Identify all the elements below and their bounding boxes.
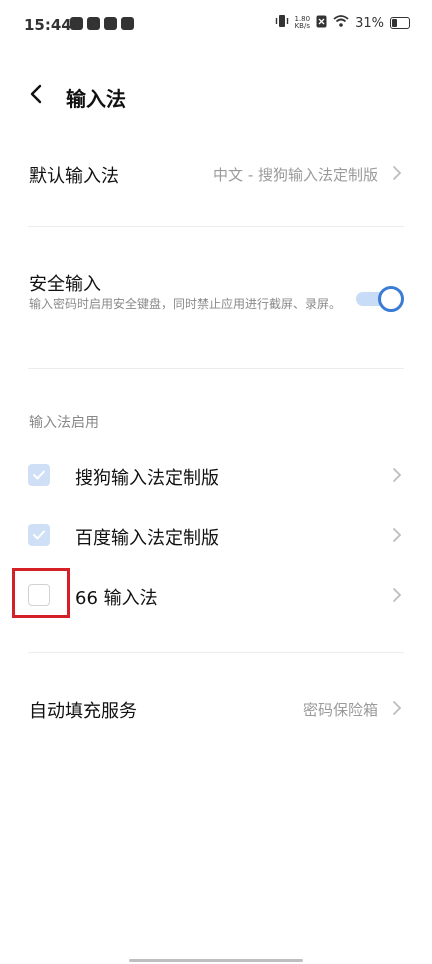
battery-percent: 31% <box>355 15 384 31</box>
section-title: 输入法启用 <box>29 415 99 431</box>
checkmark-icon <box>33 470 45 480</box>
notification-app-icon <box>87 17 100 30</box>
chevron-right-icon <box>393 588 402 602</box>
secure-input-toggle[interactable] <box>356 286 404 312</box>
default-input-label: 默认输入法 <box>29 166 119 187</box>
network-speed: 1.80 KB/s <box>295 16 311 30</box>
divider <box>28 226 404 227</box>
secure-input-label: 安全输入 <box>29 274 101 295</box>
chevron-right-icon <box>393 701 402 715</box>
status-right: 1.80 KB/s 31% <box>275 14 410 32</box>
autofill-value: 密码保险箱 <box>302 701 378 719</box>
page-title: 输入法 <box>66 87 126 111</box>
battery-icon <box>390 17 410 29</box>
sim-icon <box>316 15 327 32</box>
status-bar: 15:44 1.80 KB/s 31% <box>0 0 432 50</box>
wifi-icon <box>333 15 349 31</box>
status-time: 15:44 <box>24 16 72 34</box>
back-button[interactable] <box>26 82 46 106</box>
item-label: 66 输入法 <box>75 588 158 609</box>
checkmark-icon <box>33 530 45 540</box>
highlight-box <box>12 568 70 618</box>
home-indicator[interactable] <box>129 959 303 962</box>
vibrate-icon <box>275 14 289 32</box>
network-speed-unit: KB/s <box>294 22 310 30</box>
default-input-value: 中文 - 搜狗输入法定制版 <box>213 166 378 184</box>
back-arrow-icon <box>30 84 42 104</box>
checkbox-checked[interactable] <box>28 464 50 486</box>
autofill-row[interactable]: 自动填充服务 密码保险箱 <box>0 685 432 731</box>
notification-app-icon <box>104 17 117 30</box>
default-input-row[interactable]: 默认输入法 中文 - 搜狗输入法定制版 <box>0 150 432 196</box>
secure-input-description: 输入密码时启用安全键盘，同时禁止应用进行截屏、录屏。 <box>29 297 342 311</box>
item-label: 搜狗输入法定制版 <box>75 468 219 489</box>
checkbox-checked[interactable] <box>28 524 50 546</box>
chevron-right-icon <box>393 468 402 482</box>
tiktok-icon <box>121 17 134 30</box>
chevron-right-icon <box>393 528 402 542</box>
divider <box>28 652 404 653</box>
toggle-knob <box>378 286 404 312</box>
item-label: 百度输入法定制版 <box>75 528 219 549</box>
notification-icons <box>70 17 134 30</box>
list-item-sogou[interactable]: 搜狗输入法定制版 <box>0 452 432 498</box>
notification-app-icon <box>70 17 83 30</box>
list-item-baidu[interactable]: 百度输入法定制版 <box>0 512 432 558</box>
autofill-label: 自动填充服务 <box>29 701 137 722</box>
chevron-right-icon <box>393 166 402 180</box>
divider <box>28 368 404 369</box>
